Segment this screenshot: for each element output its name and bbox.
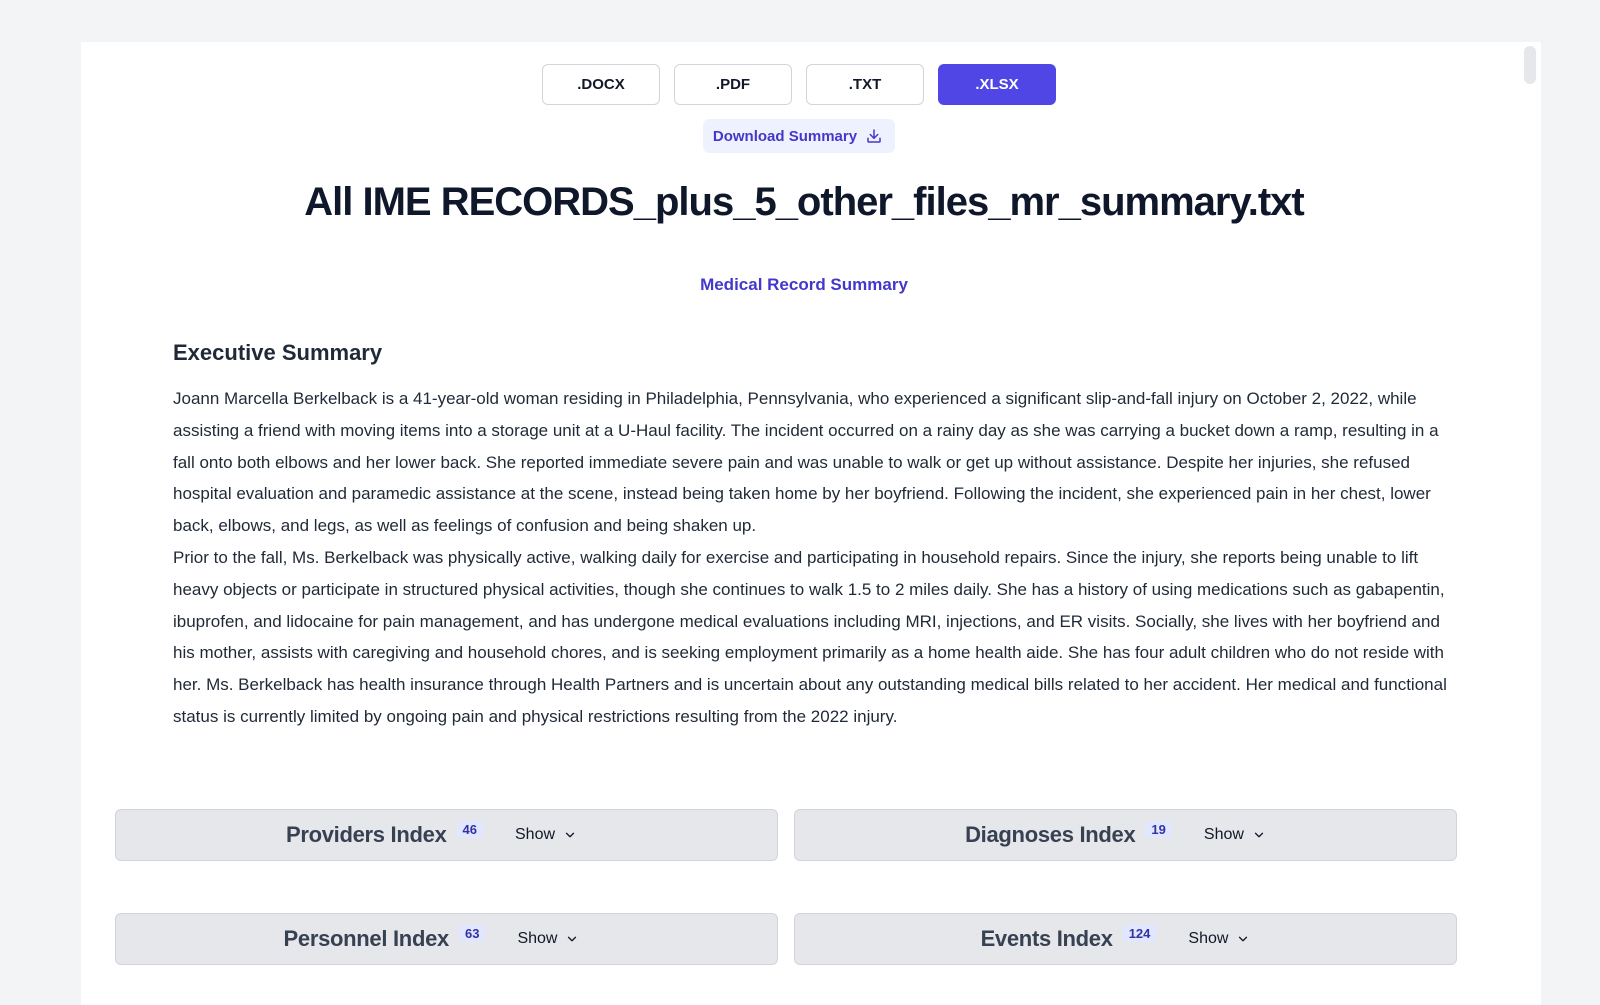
format-pdf-button[interactable]: .PDF bbox=[674, 64, 792, 105]
summary-paragraph: Joann Marcella Berkelback is a 41-year-o… bbox=[173, 389, 1439, 536]
download-row: Download Summary bbox=[81, 119, 1541, 153]
document-title: All IME RECORDS_plus_5_other_files_mr_su… bbox=[304, 180, 1305, 224]
chevron-down-icon bbox=[565, 832, 575, 838]
providers-index-card: Providers Index 46 Show bbox=[115, 809, 778, 861]
format-txt-button[interactable]: .TXT bbox=[806, 64, 924, 105]
show-label: Show bbox=[1203, 826, 1244, 843]
show-label: Show bbox=[515, 826, 556, 843]
diagnoses-index-title: Diagnoses Index bbox=[965, 822, 1136, 847]
providers-index-count: 46 bbox=[456, 820, 483, 838]
chevron-down-icon bbox=[1239, 936, 1248, 942]
format-selector: .DOCX .PDF .TXT .XLSX bbox=[81, 64, 1541, 105]
diagnoses-index-count: 19 bbox=[1145, 820, 1172, 838]
events-index-show-button[interactable]: Show bbox=[1188, 930, 1250, 948]
format-xlsx-button[interactable]: .XLSX bbox=[938, 64, 1056, 105]
download-summary-label: Download Summary bbox=[712, 127, 858, 145]
providers-index-title: Providers Index bbox=[285, 822, 447, 847]
personnel-index-title: Personnel Index bbox=[283, 926, 450, 951]
personnel-index-card: Personnel Index 63 Show bbox=[115, 913, 778, 965]
summary-paragraph: Prior to the fall, Ms. Berkelback was ph… bbox=[173, 547, 1447, 726]
show-label: Show bbox=[1188, 930, 1229, 947]
events-index-card: Events Index 124 Show bbox=[794, 913, 1457, 965]
diagnoses-index-card: Diagnoses Index 19 Show bbox=[794, 809, 1457, 861]
providers-index-show-button[interactable]: Show bbox=[515, 826, 577, 844]
download-summary-button[interactable]: Download Summary bbox=[702, 119, 896, 153]
scrollbar[interactable] bbox=[1519, 42, 1541, 1005]
document-subtitle: Medical Record Summary bbox=[700, 275, 908, 294]
format-docx-button[interactable]: .DOCX bbox=[542, 64, 660, 105]
main-panel: .DOCX .PDF .TXT .XLSX Download Summary A… bbox=[81, 42, 1541, 1005]
diagnoses-index-show-button[interactable]: Show bbox=[1204, 826, 1266, 844]
chevron-down-icon bbox=[568, 936, 577, 942]
personnel-index-count: 63 bbox=[458, 924, 486, 942]
download-icon bbox=[867, 129, 881, 143]
personnel-index-show-button[interactable]: Show bbox=[517, 930, 579, 948]
show-label: Show bbox=[517, 930, 558, 947]
executive-summary-text: Joann Marcella Berkelback is a 41-year-o… bbox=[173, 383, 1448, 733]
events-index-title: Events Index bbox=[980, 926, 1113, 951]
scrollbar-thumb[interactable] bbox=[1524, 46, 1536, 84]
chevron-down-icon bbox=[1254, 832, 1264, 838]
executive-summary-heading: Executive Summary bbox=[173, 340, 383, 365]
events-index-count: 124 bbox=[1122, 924, 1157, 942]
